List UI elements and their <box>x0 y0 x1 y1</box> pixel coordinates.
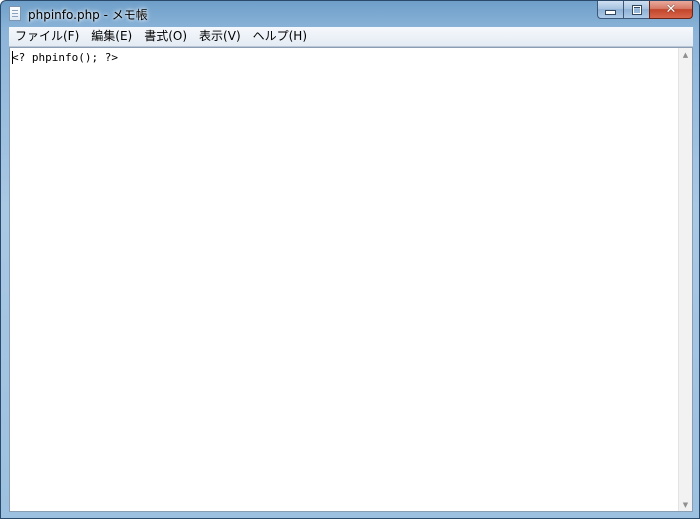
close-button[interactable]: ✕ <box>649 1 693 19</box>
window-title: phpinfo.php - メモ帳 <box>28 8 148 22</box>
notepad-window: phpinfo.php - メモ帳 ✕ ファイル(F) 編集(E) 書式(O) … <box>0 0 700 519</box>
text-editor[interactable]: <? phpinfo(); ?> ▲ ▼ <box>9 47 693 512</box>
vertical-scrollbar[interactable]: ▲ ▼ <box>678 48 692 511</box>
menu-help[interactable]: ヘルプ(H) <box>247 27 313 46</box>
notepad-app-icon[interactable] <box>9 6 21 21</box>
menu-format[interactable]: 書式(O) <box>138 27 193 46</box>
close-icon: ✕ <box>665 2 677 17</box>
scroll-up-arrow-icon[interactable]: ▲ <box>679 48 692 61</box>
title-bar[interactable]: phpinfo.php - メモ帳 ✕ <box>1 1 699 27</box>
caption-buttons: ✕ <box>597 1 693 19</box>
maximize-button[interactable] <box>623 1 649 19</box>
menu-edit[interactable]: 編集(E) <box>85 27 138 46</box>
text-caret <box>12 51 13 64</box>
minimize-button[interactable] <box>597 1 623 19</box>
minimize-icon <box>605 10 616 15</box>
menu-view[interactable]: 表示(V) <box>193 27 247 46</box>
maximize-icon <box>631 4 642 15</box>
menu-file[interactable]: ファイル(F) <box>9 27 85 46</box>
menu-bar: ファイル(F) 編集(E) 書式(O) 表示(V) ヘルプ(H) <box>9 27 693 47</box>
scroll-down-arrow-icon[interactable]: ▼ <box>679 498 692 511</box>
editor-content[interactable]: <? phpinfo(); ?> <box>12 51 118 64</box>
